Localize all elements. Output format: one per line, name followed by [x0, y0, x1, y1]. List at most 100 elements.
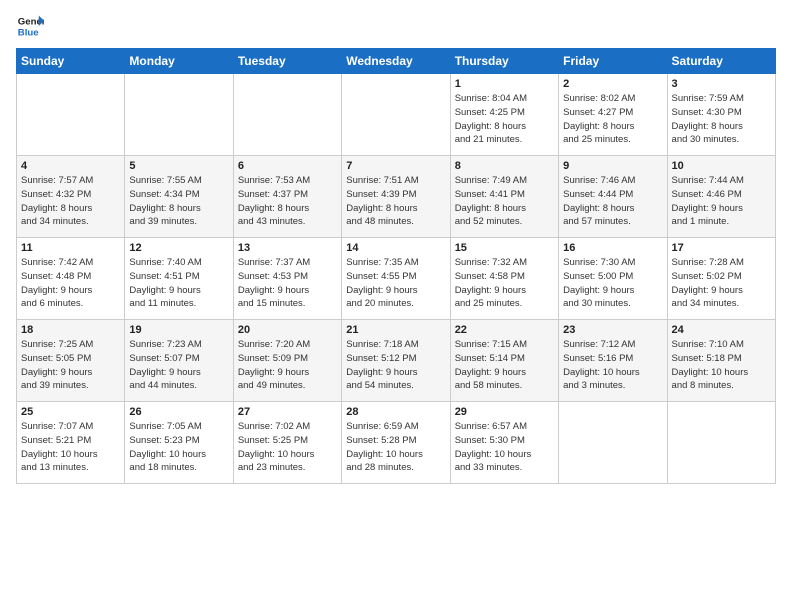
- day-number: 11: [21, 242, 120, 254]
- day-info: Sunrise: 6:59 AM Sunset: 5:28 PM Dayligh…: [346, 420, 445, 475]
- calendar-cell: 10 Sunrise: 7:44 AM Sunset: 4:46 PM Dayli…: [667, 156, 775, 238]
- calendar-cell: 17Sunrise: 7:28 AM Sunset: 5:02 PM Dayli…: [667, 238, 775, 320]
- day-number: 28: [346, 406, 445, 418]
- day-info: Sunrise: 7:10 AM Sunset: 5:18 PM Dayligh…: [672, 338, 771, 393]
- day-number: 29: [455, 406, 554, 418]
- day-info: Sunrise: 7:12 AM Sunset: 5:16 PM Dayligh…: [563, 338, 662, 393]
- day-info: Sunrise: 7:25 AM Sunset: 5:05 PM Dayligh…: [21, 338, 120, 393]
- day-number: 26: [129, 406, 228, 418]
- day-info: Sunrise: 7:02 AM Sunset: 5:25 PM Dayligh…: [238, 420, 337, 475]
- day-info: Sunrise: 7:59 AM Sunset: 4:30 PM Dayligh…: [672, 92, 771, 147]
- day-number: 1: [455, 78, 554, 90]
- day-info: Sunrise: 7:05 AM Sunset: 5:23 PM Dayligh…: [129, 420, 228, 475]
- calendar-cell: 27 Sunrise: 7:02 AM Sunset: 5:25 PM Dayli…: [233, 402, 341, 484]
- day-number: 22: [455, 324, 554, 336]
- day-info: Sunrise: 6:57 AM Sunset: 5:30 PM Dayligh…: [455, 420, 554, 475]
- calendar-cell: 25 Sunrise: 7:07 AM Sunset: 5:21 PM Dayli…: [17, 402, 125, 484]
- column-header-tuesday: Tuesday: [233, 49, 341, 74]
- calendar-week-row: 1Sunrise: 8:04 AM Sunset: 4:25 PM Daylig…: [17, 74, 776, 156]
- calendar-cell: 15 Sunrise: 7:32 AM Sunset: 4:58 PM Dayli…: [450, 238, 558, 320]
- day-number: 24: [672, 324, 771, 336]
- day-info: Sunrise: 7:51 AM Sunset: 4:39 PM Dayligh…: [346, 174, 445, 229]
- day-info: Sunrise: 7:55 AM Sunset: 4:34 PM Dayligh…: [129, 174, 228, 229]
- day-number: 8: [455, 160, 554, 172]
- calendar-week-row: 4Sunrise: 7:57 AM Sunset: 4:32 PM Daylig…: [17, 156, 776, 238]
- calendar-cell: 19 Sunrise: 7:23 AM Sunset: 5:07 PM Dayli…: [125, 320, 233, 402]
- calendar-cell: 13Sunrise: 7:37 AM Sunset: 4:53 PM Dayli…: [233, 238, 341, 320]
- day-info: Sunrise: 7:28 AM Sunset: 5:02 PM Dayligh…: [672, 256, 771, 311]
- day-info: Sunrise: 7:44 AM Sunset: 4:46 PM Dayligh…: [672, 174, 771, 229]
- calendar-cell: 20 Sunrise: 7:20 AM Sunset: 5:09 PM Dayli…: [233, 320, 341, 402]
- calendar-cell: [342, 74, 450, 156]
- calendar-cell: [233, 74, 341, 156]
- calendar-cell: 4Sunrise: 7:57 AM Sunset: 4:32 PM Daylig…: [17, 156, 125, 238]
- calendar-cell: [17, 74, 125, 156]
- calendar-cell: 22 Sunrise: 7:15 AM Sunset: 5:14 PM Dayli…: [450, 320, 558, 402]
- calendar-cell: 12 Sunrise: 7:40 AM Sunset: 4:51 PM Dayli…: [125, 238, 233, 320]
- calendar-cell: [667, 402, 775, 484]
- calendar-body: 1Sunrise: 8:04 AM Sunset: 4:25 PM Daylig…: [17, 74, 776, 484]
- day-number: 7: [346, 160, 445, 172]
- calendar-cell: 2 Sunrise: 8:02 AM Sunset: 4:27 PM Daylig…: [559, 74, 667, 156]
- calendar-cell: 26 Sunrise: 7:05 AM Sunset: 5:23 PM Dayli…: [125, 402, 233, 484]
- calendar-cell: 21Sunrise: 7:18 AM Sunset: 5:12 PM Dayli…: [342, 320, 450, 402]
- calendar-cell: 8Sunrise: 7:49 AM Sunset: 4:41 PM Daylig…: [450, 156, 558, 238]
- column-header-monday: Monday: [125, 49, 233, 74]
- day-number: 15: [455, 242, 554, 254]
- page-header: General Blue: [16, 12, 776, 40]
- calendar-cell: 9 Sunrise: 7:46 AM Sunset: 4:44 PM Daylig…: [559, 156, 667, 238]
- column-header-friday: Friday: [559, 49, 667, 74]
- column-header-saturday: Saturday: [667, 49, 775, 74]
- day-number: 27: [238, 406, 337, 418]
- column-header-thursday: Thursday: [450, 49, 558, 74]
- day-number: 5: [129, 160, 228, 172]
- calendar-week-row: 25 Sunrise: 7:07 AM Sunset: 5:21 PM Dayli…: [17, 402, 776, 484]
- day-info: Sunrise: 7:23 AM Sunset: 5:07 PM Dayligh…: [129, 338, 228, 393]
- day-info: Sunrise: 7:42 AM Sunset: 4:48 PM Dayligh…: [21, 256, 120, 311]
- calendar-cell: 11 Sunrise: 7:42 AM Sunset: 4:48 PM Dayli…: [17, 238, 125, 320]
- calendar-cell: [125, 74, 233, 156]
- calendar-week-row: 11 Sunrise: 7:42 AM Sunset: 4:48 PM Dayli…: [17, 238, 776, 320]
- day-number: 2: [563, 78, 662, 90]
- day-number: 19: [129, 324, 228, 336]
- day-info: Sunrise: 7:37 AM Sunset: 4:53 PM Dayligh…: [238, 256, 337, 311]
- day-number: 12: [129, 242, 228, 254]
- svg-text:Blue: Blue: [18, 28, 39, 39]
- calendar-cell: 14Sunrise: 7:35 AM Sunset: 4:55 PM Dayli…: [342, 238, 450, 320]
- day-number: 23: [563, 324, 662, 336]
- day-info: Sunrise: 7:40 AM Sunset: 4:51 PM Dayligh…: [129, 256, 228, 311]
- day-info: Sunrise: 7:07 AM Sunset: 5:21 PM Dayligh…: [21, 420, 120, 475]
- day-info: Sunrise: 7:53 AM Sunset: 4:37 PM Dayligh…: [238, 174, 337, 229]
- calendar-cell: 23 Sunrise: 7:12 AM Sunset: 5:16 PM Dayli…: [559, 320, 667, 402]
- day-info: Sunrise: 7:46 AM Sunset: 4:44 PM Dayligh…: [563, 174, 662, 229]
- calendar-cell: 29 Sunrise: 6:57 AM Sunset: 5:30 PM Dayli…: [450, 402, 558, 484]
- day-number: 4: [21, 160, 120, 172]
- day-number: 18: [21, 324, 120, 336]
- calendar-cell: 7 Sunrise: 7:51 AM Sunset: 4:39 PM Daylig…: [342, 156, 450, 238]
- calendar-week-row: 18 Sunrise: 7:25 AM Sunset: 5:05 PM Dayli…: [17, 320, 776, 402]
- day-info: Sunrise: 7:20 AM Sunset: 5:09 PM Dayligh…: [238, 338, 337, 393]
- calendar-cell: 18 Sunrise: 7:25 AM Sunset: 5:05 PM Dayli…: [17, 320, 125, 402]
- day-info: Sunrise: 8:02 AM Sunset: 4:27 PM Dayligh…: [563, 92, 662, 147]
- calendar-header-row: SundayMondayTuesdayWednesdayThursdayFrid…: [17, 49, 776, 74]
- day-info: Sunrise: 7:32 AM Sunset: 4:58 PM Dayligh…: [455, 256, 554, 311]
- day-number: 9: [563, 160, 662, 172]
- day-info: Sunrise: 7:18 AM Sunset: 5:12 PM Dayligh…: [346, 338, 445, 393]
- logo: General Blue: [16, 12, 44, 40]
- day-number: 3: [672, 78, 771, 90]
- calendar-cell: [559, 402, 667, 484]
- day-number: 20: [238, 324, 337, 336]
- day-number: 16: [563, 242, 662, 254]
- calendar-cell: 5 Sunrise: 7:55 AM Sunset: 4:34 PM Daylig…: [125, 156, 233, 238]
- day-info: Sunrise: 7:15 AM Sunset: 5:14 PM Dayligh…: [455, 338, 554, 393]
- day-info: Sunrise: 7:30 AM Sunset: 5:00 PM Dayligh…: [563, 256, 662, 311]
- calendar-cell: 24 Sunrise: 7:10 AM Sunset: 5:18 PM Dayli…: [667, 320, 775, 402]
- day-number: 6: [238, 160, 337, 172]
- logo-icon: General Blue: [16, 12, 44, 40]
- day-number: 25: [21, 406, 120, 418]
- day-number: 10: [672, 160, 771, 172]
- calendar-cell: 16 Sunrise: 7:30 AM Sunset: 5:00 PM Dayli…: [559, 238, 667, 320]
- calendar-cell: 1Sunrise: 8:04 AM Sunset: 4:25 PM Daylig…: [450, 74, 558, 156]
- column-header-wednesday: Wednesday: [342, 49, 450, 74]
- column-header-sunday: Sunday: [17, 49, 125, 74]
